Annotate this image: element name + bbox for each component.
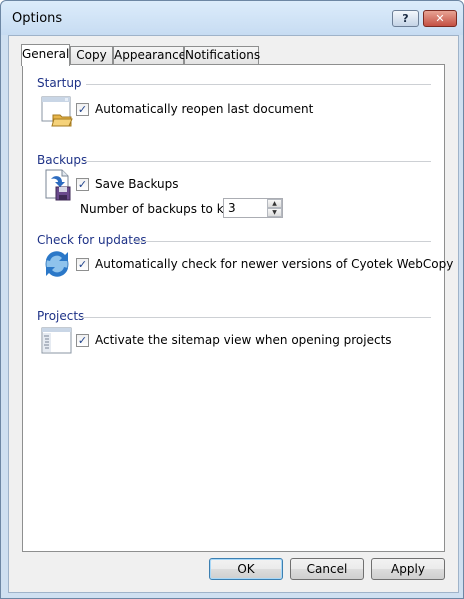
spinner-up-button[interactable]: ▲ [267,199,282,208]
updates-divider [133,241,431,242]
ok-button[interactable]: OK [209,558,283,580]
save-backups-checkbox[interactable]: ✓ [76,178,89,191]
reopen-last-document-checkbox[interactable]: ✓ [76,103,89,116]
spinner-down-button[interactable]: ▼ [267,208,282,217]
projects-divider [81,317,431,318]
options-dialog: Options ? ✕ General Copy Appearance Noti… [0,0,464,599]
activate-sitemap-label[interactable]: Activate the sitemap view when opening p… [95,333,392,347]
title-bar: Options ? ✕ [1,1,463,35]
dialog-body: General Copy Appearance Notifications St… [8,35,459,593]
cancel-button[interactable]: Cancel [290,558,364,580]
startup-divider [86,84,431,85]
document-disk-icon [45,169,71,201]
general-tab-panel: Startup ✓ Automatically reopen last docu… [22,64,453,552]
help-button[interactable]: ? [392,10,419,27]
backups-count-spinner[interactable]: 3 ▲ ▼ [223,198,283,218]
check-for-updates-label[interactable]: Automatically check for newer versions o… [95,257,453,271]
startup-header: Startup [37,76,82,90]
tab-copy[interactable]: Copy [70,46,113,64]
backups-header: Backups [37,153,88,167]
projects-header: Projects [37,309,85,323]
save-backups-label[interactable]: Save Backups [95,177,179,191]
spinner-buttons: ▲ ▼ [267,199,282,217]
window-title: Options [12,11,63,26]
reopen-last-document-label[interactable]: Automatically reopen last document [95,102,313,116]
backups-count-value[interactable]: 3 [228,201,236,215]
check-for-updates-checkbox[interactable]: ✓ [76,258,89,271]
backups-divider [84,161,431,162]
sitemap-window-icon [41,327,72,354]
apply-button[interactable]: Apply [371,558,445,580]
tab-general[interactable]: General [21,44,70,66]
window-folder-icon [41,96,73,127]
refresh-globe-icon [45,251,69,277]
tab-appearance[interactable]: Appearance [113,46,186,64]
updates-header: Check for updates [37,233,147,247]
activate-sitemap-checkbox[interactable]: ✓ [76,334,89,347]
close-button[interactable]: ✕ [423,10,457,27]
tab-notifications[interactable]: Notifications [184,46,260,64]
